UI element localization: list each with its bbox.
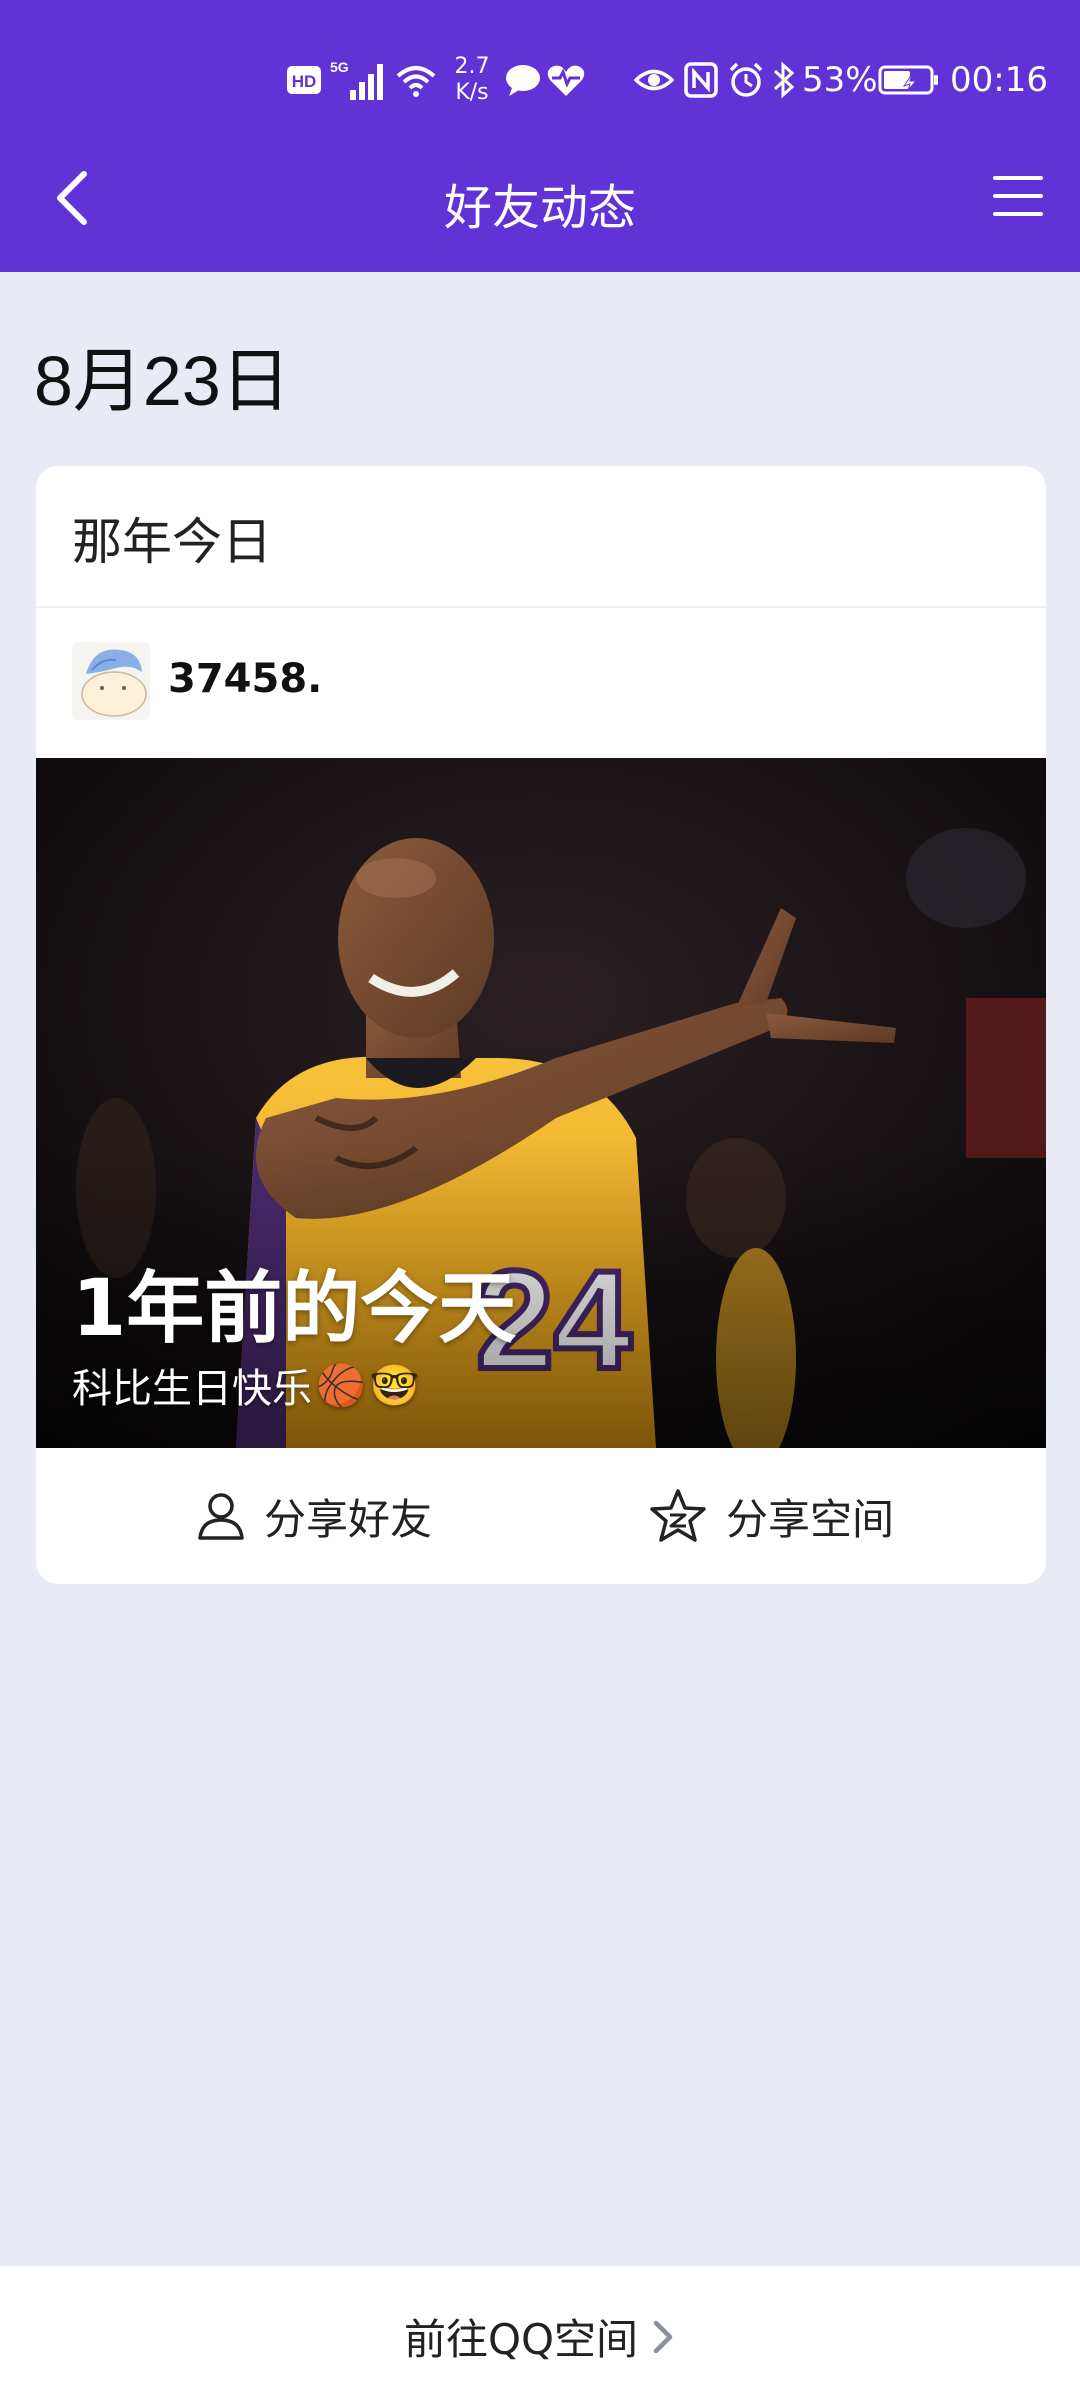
bluetooth-icon	[772, 40, 796, 120]
status-bar: HD 5G 2.7 K/s 53% 00:16	[0, 40, 1080, 120]
net-speed-unit: K/s	[455, 80, 489, 105]
svg-text:HD: HD	[292, 72, 317, 91]
card-title: 那年今日	[72, 513, 272, 571]
memory-photo[interactable]: 24 1年前的今天 科比生日快乐 🏀 🤓	[36, 758, 1046, 1448]
date-heading: 8月23日	[34, 342, 291, 420]
card-divider	[36, 606, 1046, 608]
share-to-friend-label: 分享好友	[264, 1494, 433, 1544]
page-title: 好友动态	[443, 180, 636, 236]
share-to-qzone-button[interactable]: 分享空间	[648, 1448, 894, 1584]
hd-icon: HD	[286, 40, 322, 120]
nerd-face-emoji-icon: 🤓	[369, 1362, 420, 1409]
battery-icon	[878, 40, 940, 120]
alarm-icon	[728, 40, 764, 120]
username[interactable]: 37458.	[168, 656, 322, 702]
memory-title: 1年前的今天	[72, 1264, 517, 1354]
go-to-qzone-link[interactable]: 前往QQ空间	[0, 2306, 1080, 2367]
go-to-qzone-label: 前往QQ空间	[403, 2315, 639, 2364]
net-speed: 2.7 K/s	[446, 40, 498, 120]
clock-time: 00:16	[950, 60, 1048, 100]
share-to-friend-button[interactable]: 分享好友	[196, 1448, 432, 1584]
menu-icon	[993, 176, 1043, 216]
nfc-icon	[684, 40, 718, 120]
menu-button[interactable]	[986, 164, 1050, 228]
svg-text:5G: 5G	[330, 59, 349, 75]
heart-monitor-icon	[546, 40, 586, 120]
battery-percent: 53%	[802, 60, 878, 100]
wifi-icon	[394, 40, 438, 120]
chevron-right-icon	[653, 2320, 673, 2353]
memory-caption: 科比生日快乐 🏀 🤓	[72, 1356, 420, 1414]
memory-caption-text: 科比生日快乐	[72, 1366, 312, 1412]
signal-5g-icon: 5G	[330, 40, 388, 120]
share-to-qzone-label: 分享空间	[726, 1494, 895, 1544]
qzone-star-icon	[650, 1489, 706, 1542]
header: HD 5G 2.7 K/s 53% 00:16 好友动态	[0, 0, 1080, 272]
nav-bar: 好友动态	[0, 140, 1080, 260]
eye-icon	[634, 40, 674, 120]
memory-card[interactable]: 那年今日 37458. 1年前的今天 科比生日快乐 🏀 🤓 分享好友 分享空间	[36, 466, 1046, 1584]
card-actions: 分享好友 分享空间	[36, 1448, 1046, 1584]
net-speed-value: 2.7	[454, 54, 490, 79]
footer-bar: 前往QQ空间	[0, 2266, 1080, 2400]
avatar[interactable]	[72, 642, 150, 720]
person-icon	[198, 1493, 244, 1540]
basketball-emoji-icon: 🏀	[316, 1362, 366, 1409]
chat-bubble-icon	[504, 40, 542, 120]
